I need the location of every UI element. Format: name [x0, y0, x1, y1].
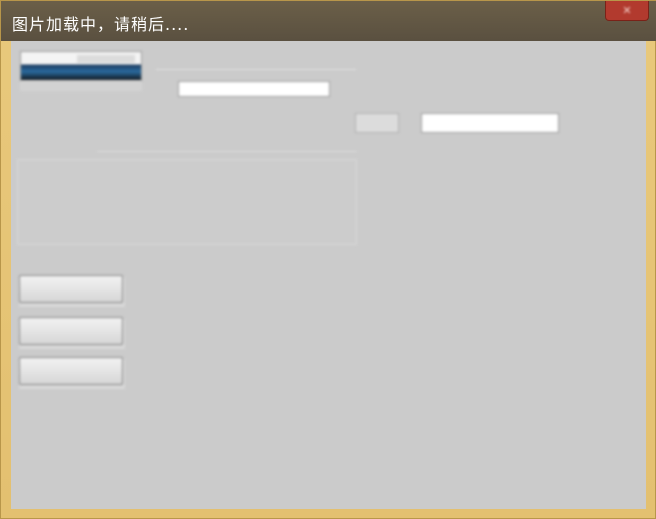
logo-bar — [77, 55, 135, 63]
client-area — [11, 41, 646, 509]
app-window: 图片加载中，请稍后.... ✕ — [0, 0, 656, 519]
image-loading-message: 图片加载中，请稍后.... — [12, 15, 190, 34]
ptt-label — [355, 113, 399, 133]
logo-reflection — [20, 81, 142, 91]
frequency-group — [156, 47, 356, 97]
status-group — [17, 141, 357, 245]
action-button-3[interactable] — [19, 357, 123, 385]
close-icon: ✕ — [622, 4, 632, 17]
frequency-group-divider — [156, 69, 356, 70]
status-text-area[interactable] — [17, 159, 357, 245]
title-bar[interactable]: 图片加载中，请稍后.... ✕ — [1, 1, 656, 41]
frequency-input[interactable] — [178, 81, 330, 97]
close-button[interactable]: ✕ — [605, 1, 649, 21]
status-group-divider — [97, 151, 357, 152]
ptt-input[interactable] — [421, 113, 559, 133]
action-button-2[interactable] — [19, 317, 123, 345]
logo — [20, 51, 142, 81]
action-button-1[interactable] — [19, 275, 123, 303]
